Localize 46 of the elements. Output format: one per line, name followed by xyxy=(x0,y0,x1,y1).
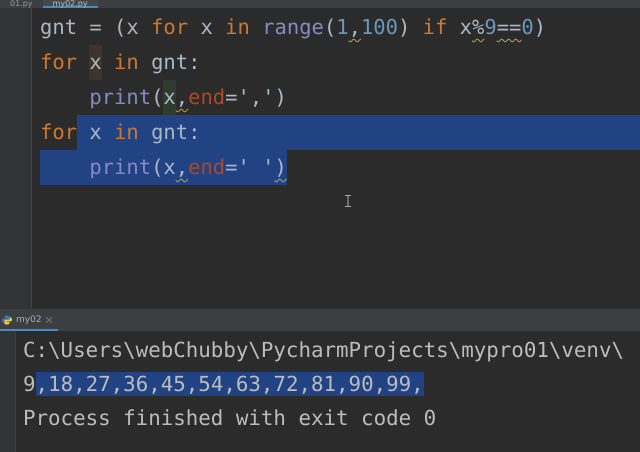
code-token: for xyxy=(40,119,78,146)
code-token: print xyxy=(40,150,152,185)
code-token: ( xyxy=(151,84,164,111)
editor-tab[interactable]: 01.py xyxy=(0,0,43,8)
console-output: ,18,27,36,45,54,63,72,81,90,99, xyxy=(36,372,424,396)
code-token: x xyxy=(77,115,114,150)
code-token: in xyxy=(225,14,250,41)
code-token: if xyxy=(422,14,448,41)
code-token: for xyxy=(40,49,78,76)
code-token: end xyxy=(188,84,226,111)
code-token: x xyxy=(163,80,176,115)
code-token: , xyxy=(176,84,188,111)
console-output: C:\Users\webChubby\PycharmProjects\mypro01\venv\ xyxy=(23,338,624,362)
code-token: (x xyxy=(151,150,176,185)
code-token: 9 xyxy=(484,14,497,41)
code-token: , xyxy=(348,14,361,41)
code-token: ) xyxy=(534,14,546,41)
code-token: % xyxy=(472,14,484,41)
text-cursor-icon xyxy=(345,195,351,207)
code-token: 0 xyxy=(521,14,534,41)
code-token: in xyxy=(113,49,139,76)
code-token: == xyxy=(496,14,522,41)
code-token: x xyxy=(458,14,472,41)
code-token: for xyxy=(151,14,188,41)
code-token: in xyxy=(114,115,139,150)
code-token: x xyxy=(89,45,102,80)
code-token: gnt: xyxy=(138,115,200,150)
code-token: ( xyxy=(324,14,336,41)
code-token: end xyxy=(188,150,226,185)
code-token: print xyxy=(88,84,152,111)
console-output: 9 xyxy=(23,372,36,396)
code-token: ) xyxy=(274,150,287,185)
code-token: x xyxy=(199,14,214,41)
console-output: Process finished with exit code 0 xyxy=(23,406,436,430)
editor-tab[interactable]: my02.py xyxy=(42,0,98,8)
code-token: =' ' xyxy=(225,150,275,185)
code-token: ) xyxy=(398,14,412,41)
python-logo-icon xyxy=(2,315,12,325)
code-token: 100 xyxy=(360,14,398,41)
close-icon[interactable] xyxy=(46,317,52,323)
code-token: 1 xyxy=(336,14,349,41)
code-token: gnt = (x xyxy=(40,14,140,41)
code-token: range xyxy=(261,14,324,41)
code-token: , xyxy=(176,150,188,185)
code-token: =',') xyxy=(225,84,287,111)
code-token: gnt: xyxy=(150,49,200,76)
